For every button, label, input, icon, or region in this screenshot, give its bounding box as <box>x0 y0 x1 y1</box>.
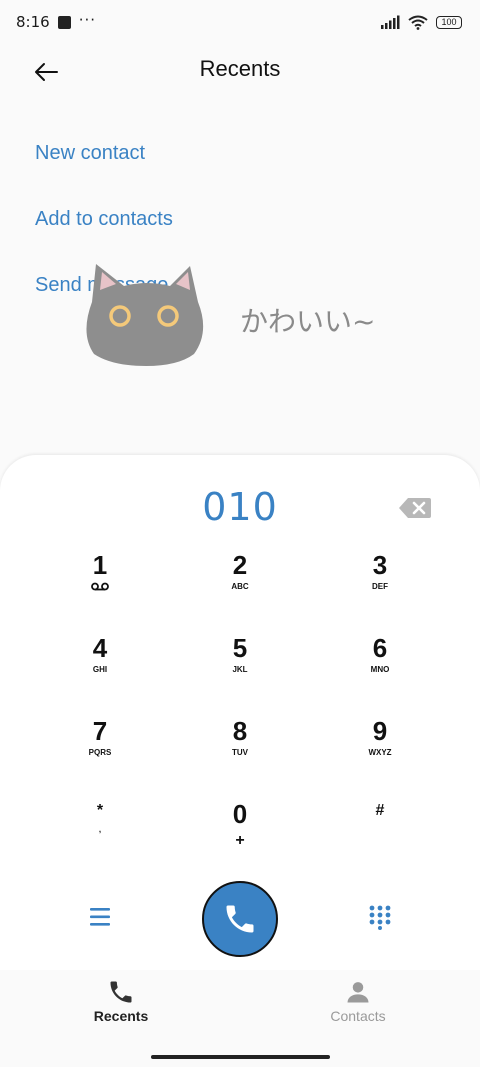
key-digit: 9 <box>372 716 388 746</box>
key-letters: + <box>235 832 245 849</box>
phone-icon <box>226 905 254 933</box>
call-button[interactable] <box>202 881 278 957</box>
home-indicator <box>151 1055 330 1059</box>
nav-recents-label: Recents <box>93 1008 149 1024</box>
wifi-icon <box>408 15 428 30</box>
key-digit: 2 <box>232 550 248 580</box>
dialpad-icon <box>369 905 391 930</box>
cat-face-icon <box>86 264 204 366</box>
key-letters: DEF <box>372 582 388 591</box>
key-5[interactable]: 5 JKL <box>180 633 300 703</box>
key-digit: 5 <box>232 633 248 663</box>
key-9[interactable]: 9 WXYZ <box>320 716 440 786</box>
key-8[interactable]: 8 TUV <box>180 716 300 786</box>
key-4[interactable]: 4 GHI <box>40 633 160 703</box>
add-to-contacts-link[interactable]: Add to contacts <box>35 204 173 270</box>
key-star[interactable]: * , <box>40 799 160 869</box>
key-letters: MNO <box>370 665 390 674</box>
header: Recents <box>0 44 480 100</box>
key-letters: ABC <box>231 582 249 591</box>
key-digit: 0 <box>232 799 248 829</box>
status-right: 100 <box>380 15 462 30</box>
more-notifications-icon: ··· <box>78 10 96 29</box>
menu-button[interactable] <box>86 905 114 929</box>
nav-contacts-label: Contacts <box>330 1008 386 1024</box>
contacts-person-icon <box>347 982 369 1003</box>
dialer-panel: 010 1 2 ABC 3 DEF 4 GHI 5 JKL 6 MNO 7 PQ… <box>0 455 480 970</box>
key-7[interactable]: 7 PQRS <box>40 716 160 786</box>
key-2[interactable]: 2 ABC <box>180 550 300 620</box>
voicemail-icon <box>91 582 109 591</box>
sticker-text: かわいい~ <box>240 305 376 338</box>
key-letters: JKL <box>232 665 248 674</box>
key-1[interactable]: 1 <box>40 550 160 620</box>
nav-contacts[interactable]: Contacts <box>278 978 438 1024</box>
key-digit: 6 <box>372 633 388 663</box>
key-digit: * <box>96 802 104 819</box>
key-digit: 4 <box>92 633 108 663</box>
key-digit: # <box>375 802 385 819</box>
key-letters: TUV <box>232 748 248 757</box>
key-digit: 3 <box>372 550 388 580</box>
new-contact-link[interactable]: New contact <box>35 138 173 204</box>
key-digit: 8 <box>232 716 248 746</box>
signal-icon <box>381 15 400 29</box>
status-time: 8:16 <box>16 13 50 31</box>
key-3[interactable]: 3 DEF <box>320 550 440 620</box>
backspace-button[interactable] <box>398 497 432 519</box>
key-0[interactable]: 0 + <box>180 799 300 869</box>
page-title: Recents <box>199 56 281 81</box>
key-letters: GHI <box>92 665 108 674</box>
key-digit: 7 <box>92 716 108 746</box>
key-hash[interactable]: # <box>320 799 440 869</box>
recents-phone-icon <box>110 981 132 1003</box>
key-letters: , <box>98 825 102 834</box>
menu-icon <box>90 908 110 926</box>
backspace-icon <box>399 498 431 518</box>
key-digit: 1 <box>92 550 108 580</box>
notification-icon <box>57 15 71 29</box>
cat-sticker: かわいい~ <box>82 262 402 372</box>
bottom-nav: Recents Contacts <box>0 970 480 1067</box>
battery-icon: 100 <box>436 15 462 29</box>
dialer-controls <box>0 875 480 957</box>
status-bar: 8:16 ··· 100 <box>0 0 480 44</box>
keypad-toggle-button[interactable] <box>368 904 392 930</box>
key-6[interactable]: 6 MNO <box>320 633 440 703</box>
nav-recents[interactable]: Recents <box>41 978 201 1024</box>
key-letters: PQRS <box>88 748 112 757</box>
key-letters: WXYZ <box>368 748 392 757</box>
status-left: 8:16 ··· <box>16 10 96 31</box>
